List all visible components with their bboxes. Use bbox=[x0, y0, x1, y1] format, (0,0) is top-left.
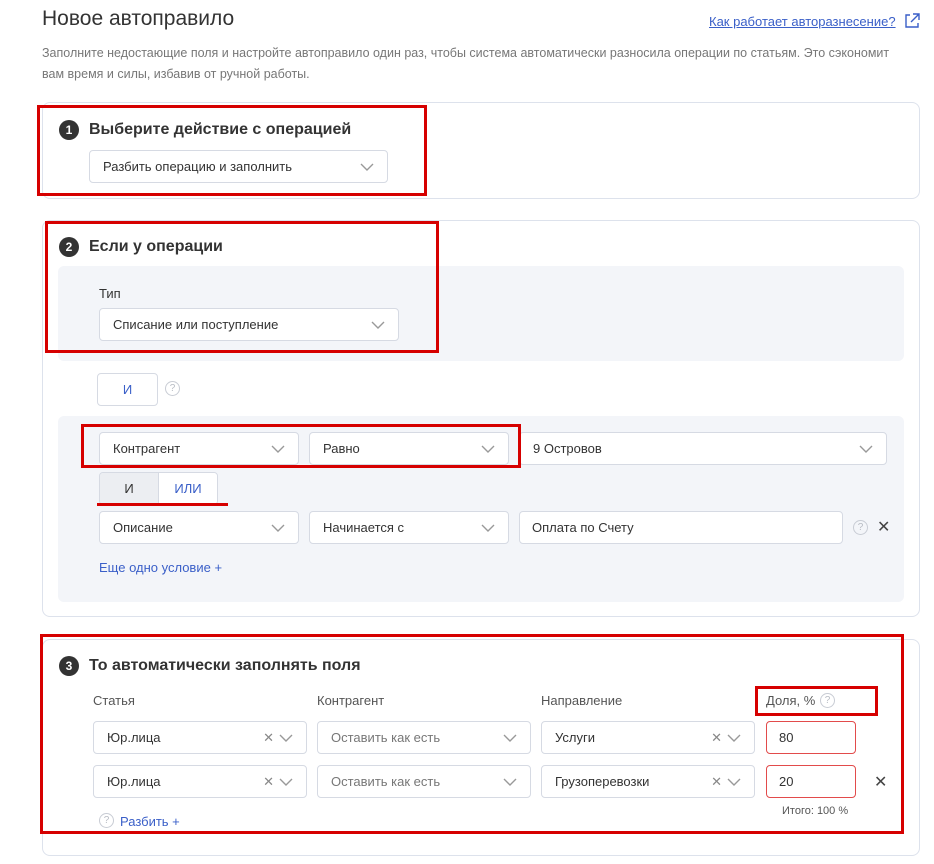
help-circle-icon[interactable]: ? bbox=[165, 381, 180, 396]
condition-operator-value: Начинается с bbox=[323, 520, 405, 535]
highlight-underline bbox=[97, 503, 228, 506]
condition-field-select[interactable]: Описание bbox=[99, 511, 299, 544]
highlight-box bbox=[40, 634, 904, 834]
logic-or-option[interactable]: ИЛИ bbox=[158, 473, 217, 504]
add-condition-link[interactable]: Еще одно условие + bbox=[99, 560, 222, 575]
chevron-down-icon bbox=[271, 524, 285, 532]
condition-value-input[interactable]: Оплата по Счету bbox=[519, 511, 843, 544]
page-title: Новое автоправило bbox=[42, 7, 235, 30]
logic-and-option[interactable]: И bbox=[100, 473, 158, 504]
condition-value-select[interactable]: 9 Островов bbox=[519, 432, 887, 465]
condition-value-text: Оплата по Счету bbox=[532, 520, 634, 535]
condition-operator-select[interactable]: Начинается с bbox=[309, 511, 509, 544]
external-link-icon[interactable] bbox=[904, 13, 920, 29]
help-link[interactable]: Как работает авторазнесение? bbox=[709, 14, 896, 29]
highlight-box bbox=[37, 105, 427, 196]
chevron-down-icon bbox=[859, 445, 873, 453]
page-description: Заполните недостающие поля и настройте а… bbox=[42, 46, 890, 81]
highlight-box bbox=[45, 221, 439, 353]
highlight-box bbox=[81, 424, 521, 468]
and-button[interactable]: И bbox=[97, 373, 158, 406]
help-circle-icon[interactable]: ? bbox=[853, 520, 868, 535]
logic-toggle[interactable]: И ИЛИ bbox=[99, 472, 218, 505]
condition-value: 9 Островов bbox=[533, 441, 602, 456]
condition-field-value: Описание bbox=[113, 520, 173, 535]
remove-condition-icon[interactable]: ✕ bbox=[877, 517, 890, 537]
chevron-down-icon bbox=[481, 524, 495, 532]
